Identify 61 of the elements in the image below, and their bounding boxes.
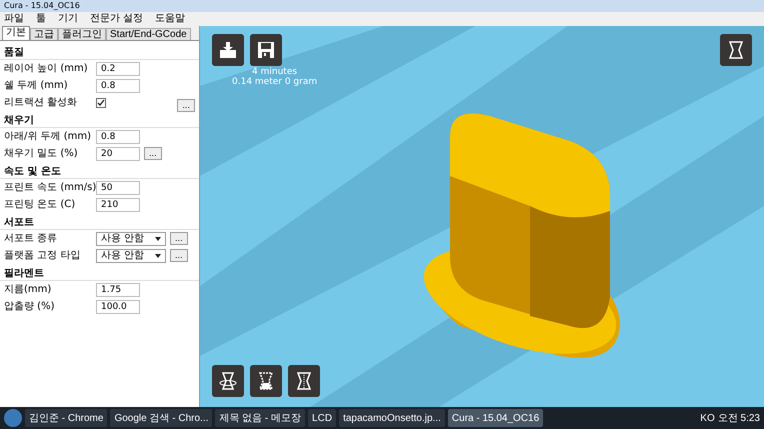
- input-field[interactable]: 0.8: [96, 78, 140, 92]
- window-title: Cura - 15.04_OC16: [4, 2, 80, 10]
- field-label: 쉘 두께 (mm): [4, 79, 69, 93]
- scale-icon[interactable]: [250, 365, 282, 397]
- more-button[interactable]: ...: [170, 249, 188, 262]
- input-field[interactable]: 20: [96, 146, 140, 160]
- view-mode-icon[interactable]: [720, 34, 752, 66]
- more-button[interactable]: ...: [144, 147, 162, 160]
- caret-icon: [155, 236, 161, 240]
- save-icon[interactable]: [250, 34, 282, 66]
- taskbar-item[interactable]: Cura - 15.04_OC16: [448, 409, 544, 427]
- print-info-text: 4 minutes: [252, 67, 298, 77]
- caret-icon: [155, 254, 161, 258]
- rotate-icon[interactable]: [212, 365, 244, 397]
- field-label: 프린트 속도 (mm/s): [4, 181, 96, 195]
- more-button[interactable]: ...: [177, 99, 195, 112]
- input-field[interactable]: 0.2: [96, 62, 140, 76]
- input-field[interactable]: 50: [96, 180, 140, 194]
- section-title: 필라멘트: [4, 266, 44, 280]
- load-icon[interactable]: [212, 34, 244, 66]
- tab[interactable]: 기본: [2, 26, 30, 40]
- print-info-text: 0.14 meter 0 gram: [232, 77, 318, 87]
- menu-item[interactable]: 툴: [36, 14, 46, 24]
- section-title: 채우기: [4, 114, 34, 128]
- taskbar-item[interactable]: 제목 없음 - 메모장: [215, 409, 306, 427]
- tab[interactable]: Start/End-GCode: [106, 28, 191, 40]
- field-label: 지름(mm): [4, 283, 52, 297]
- section-title: 서포트: [4, 216, 34, 230]
- mirror-icon[interactable]: [288, 365, 320, 397]
- dropdown[interactable]: 사용 안함: [96, 248, 166, 262]
- tray-text: KO: [700, 412, 715, 426]
- field-label: 서포트 종류: [4, 232, 58, 246]
- field-label: 압출량 (%): [4, 300, 56, 314]
- field-label: 아래/위 두께 (mm): [4, 130, 92, 144]
- input-field[interactable]: 0.8: [96, 130, 140, 144]
- tab[interactable]: 고급: [30, 28, 58, 40]
- input-field[interactable]: 100.0: [96, 300, 140, 314]
- tray-text: 오전 5:23: [718, 412, 760, 426]
- section-title: 품질: [4, 46, 24, 60]
- input-field[interactable]: 210: [96, 198, 140, 212]
- menu-item[interactable]: 기기: [58, 14, 78, 24]
- checkbox[interactable]: [96, 98, 106, 108]
- field-label: 프린팅 온도 (C): [4, 198, 76, 212]
- menu-item[interactable]: 전문가 설정: [90, 14, 144, 24]
- taskbar-item[interactable]: Google 검색 - Chro...: [110, 409, 212, 427]
- menu-item[interactable]: 도움말: [155, 14, 186, 24]
- section-title: 속도 및 온도: [4, 164, 61, 178]
- taskbar-item[interactable]: 김인준 - Chrome: [25, 409, 108, 427]
- taskbar-item[interactable]: LCD: [308, 409, 336, 427]
- dropdown[interactable]: 사용 안함: [96, 232, 166, 246]
- field-label: 채우기 밀도 (%): [4, 147, 79, 161]
- field-label: 레이어 높이 (mm): [4, 62, 89, 76]
- menu-item[interactable]: 파일: [4, 14, 24, 24]
- start-icon[interactable]: [4, 409, 22, 427]
- field-label: 플랫폼 고정 타입: [4, 249, 82, 263]
- field-label: 리트랙션 활성화: [4, 96, 78, 110]
- check-icon: [97, 98, 105, 106]
- more-button[interactable]: ...: [170, 232, 188, 245]
- taskbar-item[interactable]: tapacamoOnsetto.jp...: [339, 409, 445, 427]
- tab[interactable]: 플러그인: [58, 28, 106, 40]
- input-field[interactable]: 1.75: [96, 282, 140, 296]
